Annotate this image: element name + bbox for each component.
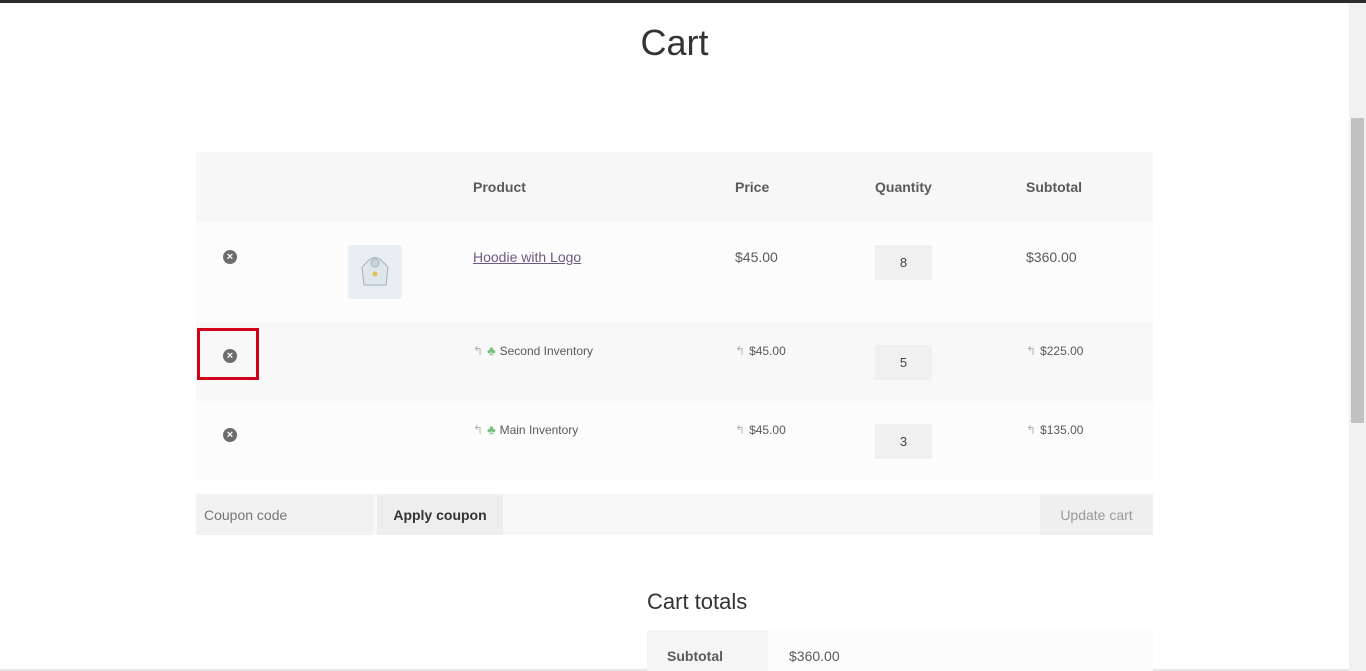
table-row: × ↰♣Main Inventory ↰$45.00 ↰$135.00 xyxy=(196,401,1153,480)
totals-subtotal-row: Subtotal $360.00 xyxy=(647,630,1153,671)
arrow-up-icon: ↰ xyxy=(735,344,746,358)
header-subtotal: Subtotal xyxy=(1026,179,1082,195)
price-value: $45.00 xyxy=(749,344,786,358)
item-subtotal: $360.00 xyxy=(1026,249,1077,265)
totals-subtotal-value: $360.00 xyxy=(789,648,840,664)
inventory-name: Main Inventory xyxy=(499,423,579,437)
highlight-box xyxy=(197,328,259,380)
hoodie-icon xyxy=(361,257,389,286)
arrow-up-icon: ↰ xyxy=(1026,423,1037,437)
inventory-label: ↰ ♣ Second Inventory xyxy=(473,343,593,358)
quantity-input[interactable] xyxy=(875,245,932,280)
header-product: Product xyxy=(473,179,526,195)
inventory-icon: ♣ xyxy=(487,343,496,358)
quantity-input[interactable] xyxy=(875,424,932,459)
table-row: × Hoodie with Logo $45.00 $360.00 xyxy=(196,222,1153,322)
cart-actions: Apply coupon Update cart xyxy=(196,494,1153,535)
page-title: Cart xyxy=(640,22,709,63)
price-value: $45.00 xyxy=(749,423,786,437)
subtotal-value: $135.00 xyxy=(1040,423,1084,437)
product-thumbnail[interactable] xyxy=(348,245,402,299)
remove-item-icon[interactable]: × xyxy=(223,428,237,442)
arrow-up-icon: ↰ xyxy=(735,423,746,437)
item-price: ↰ $45.00 xyxy=(735,344,786,358)
header-price: Price xyxy=(735,179,770,195)
update-cart-button[interactable]: Update cart xyxy=(1040,494,1153,535)
remove-item-icon[interactable]: × xyxy=(223,250,237,264)
top-bar xyxy=(0,0,1366,3)
apply-coupon-button[interactable]: Apply coupon xyxy=(377,494,503,535)
subtotal-value: $225.00 xyxy=(1040,344,1084,358)
header-quantity: Quantity xyxy=(875,179,932,195)
totals-subtotal-label: Subtotal xyxy=(647,630,768,671)
item-subtotal: ↰ $225.00 xyxy=(1026,344,1083,358)
scrollbar-thumb[interactable] xyxy=(1351,118,1364,423)
table-row: × ↰♣Second Inventory ↰$45.00 ↰$225.00 xyxy=(196,322,1153,401)
inventory-label: ↰ ♣ Main Inventory xyxy=(473,422,578,437)
inventory-name: Second Inventory xyxy=(499,344,593,358)
quantity-input[interactable] xyxy=(875,345,932,380)
cart-table: Product Price Quantity Subtotal × Hoodie… xyxy=(196,152,1153,480)
cart-totals-title: Cart totals xyxy=(647,589,748,614)
table-header: Product Price Quantity Subtotal xyxy=(196,152,1153,222)
arrow-up-icon: ↰ xyxy=(473,423,484,437)
arrow-up-icon: ↰ xyxy=(473,344,484,358)
item-subtotal: ↰ $135.00 xyxy=(1026,423,1083,437)
vertical-scrollbar[interactable] xyxy=(1349,3,1366,671)
item-price: ↰ $45.00 xyxy=(735,423,786,437)
arrow-up-icon: ↰ xyxy=(1026,344,1037,358)
item-price: $45.00 xyxy=(735,249,778,265)
inventory-icon: ♣ xyxy=(487,422,496,437)
product-link-hoodie[interactable]: Hoodie with Logo xyxy=(473,249,581,265)
coupon-code-input[interactable] xyxy=(196,494,374,535)
